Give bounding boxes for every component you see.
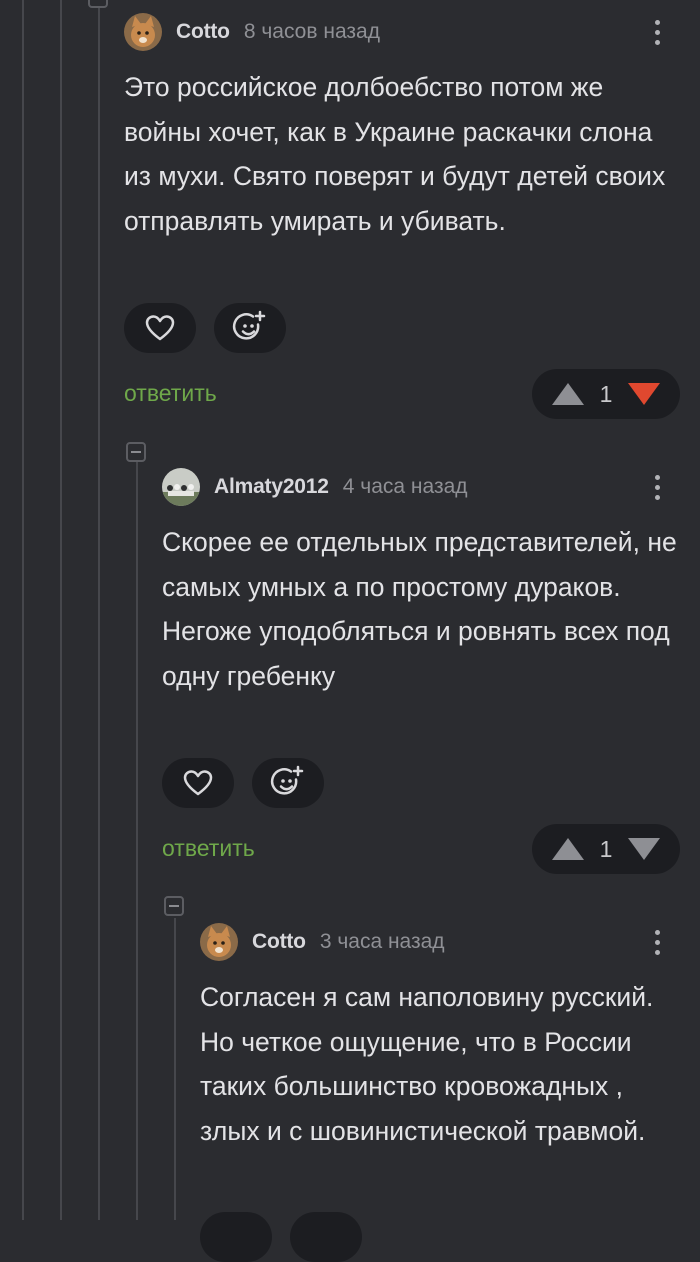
thread-line [174, 918, 176, 1220]
photo-avatar-icon[interactable] [162, 468, 200, 506]
upvote-arrow-icon[interactable] [551, 383, 584, 405]
add-reaction-button[interactable] [214, 303, 286, 353]
comment-header: Cotto 8 часов назад [124, 12, 700, 52]
upvote-arrow-icon[interactable] [551, 838, 584, 860]
more-options-icon[interactable] [644, 469, 670, 505]
like-button[interactable] [124, 303, 196, 353]
more-options-icon[interactable] [644, 14, 670, 50]
collapse-thread-button[interactable] [164, 896, 184, 916]
cat-avatar-icon[interactable] [200, 923, 238, 961]
comment: Cotto 3 часа назад Согласен я сам наполо… [200, 922, 700, 1262]
thread-line [98, 0, 100, 1220]
comment-header: Almaty2012 4 часа назад [162, 467, 700, 507]
comment-text: Скорее ее отдельных представителей, не с… [162, 527, 677, 691]
like-button[interactable] [162, 758, 234, 808]
smiley-plus-icon [232, 310, 266, 340]
collapse-thread-button[interactable] [126, 442, 146, 462]
comment-time: 8 часов назад [243, 20, 380, 43]
comment-time: 4 часа назад [342, 475, 468, 498]
vote-control: 1 [532, 824, 680, 874]
comment-text: Согласен я сам наполовину русский. Но че… [200, 982, 654, 1146]
downvote-arrow-icon[interactable] [628, 383, 661, 405]
comment: Cotto 8 часов назад Это российское долбо… [124, 12, 700, 422]
collapse-thread-button[interactable] [88, 0, 108, 8]
thread-line [22, 0, 24, 1220]
heart-icon [183, 770, 213, 796]
thread-line [60, 0, 62, 1220]
smiley-plus-icon [270, 765, 304, 795]
reply-link[interactable]: ответить [162, 835, 255, 862]
heart-icon [145, 315, 175, 341]
thread-line [136, 462, 138, 1220]
comment-header: Cotto 3 часа назад [200, 922, 700, 962]
comment: Almaty2012 4 часа назад Скорее ее отдель… [162, 467, 700, 877]
comment-time: 3 часа назад [319, 930, 445, 953]
more-options-icon[interactable] [644, 924, 670, 960]
cat-avatar-icon[interactable] [124, 13, 162, 51]
comment-score: 1 [599, 835, 613, 862]
comment-score: 1 [599, 380, 613, 407]
reply-link[interactable]: ответить [124, 380, 217, 407]
vote-control: 1 [532, 369, 680, 419]
downvote-arrow-icon[interactable] [628, 838, 661, 860]
add-reaction-button[interactable] [252, 758, 324, 808]
comment-author[interactable]: Cotto [252, 930, 306, 954]
comment-author[interactable]: Almaty2012 [214, 475, 329, 499]
comment-text: Это российское долбоебство потом же войн… [124, 72, 666, 236]
comment-author[interactable]: Cotto [176, 20, 230, 44]
